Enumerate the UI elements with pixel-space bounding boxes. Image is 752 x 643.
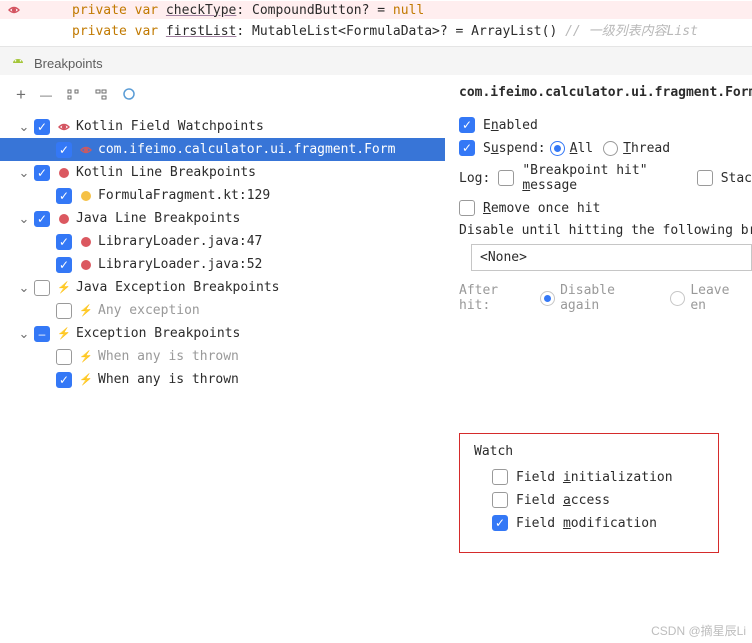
node-java-line-breakpoints[interactable]: ⌄ ✓ Java Line Breakpoints bbox=[0, 207, 445, 230]
breakpoint-tree[interactable]: ⌄ ✓ Kotlin Field Watchpoints ✓ com.ifeim… bbox=[0, 115, 445, 391]
checkbox[interactable]: ✓ bbox=[56, 234, 72, 250]
checkbox[interactable]: ✓ bbox=[34, 119, 50, 135]
node-line-item[interactable]: ✓ FormulaFragment.kt:129 bbox=[0, 184, 445, 207]
enabled-row[interactable]: ✓ Enabled bbox=[459, 117, 752, 133]
checkbox[interactable]: ✓ bbox=[56, 188, 72, 204]
log-msg-checkbox[interactable] bbox=[498, 170, 514, 186]
code-editor: private var checkType: CompoundButton? =… bbox=[0, 0, 752, 47]
code-line-2: private var firstList: MutableList<Formu… bbox=[0, 19, 752, 40]
field-mod-checkbox[interactable]: ✓ bbox=[492, 515, 508, 531]
radio-thread[interactable] bbox=[603, 141, 618, 156]
remove-button[interactable]: — bbox=[40, 88, 52, 102]
watch-title: Watch bbox=[474, 444, 704, 459]
log-stack-checkbox[interactable] bbox=[697, 170, 713, 186]
breakpoint-yellow-icon bbox=[78, 188, 94, 204]
remove-row[interactable]: Remove once hit bbox=[459, 200, 752, 216]
checkbox[interactable] bbox=[34, 280, 50, 296]
node-java-item-1[interactable]: ✓ LibraryLoader.java:47 bbox=[0, 230, 445, 253]
remove-label: Remove once hit bbox=[483, 201, 600, 216]
panel-title: Breakpoints bbox=[34, 56, 103, 71]
disable-until-label: Disable until hitting the following brea… bbox=[459, 223, 752, 238]
field-init-checkbox[interactable] bbox=[492, 469, 508, 485]
node-java-exception[interactable]: ⌄ ⚡ Java Exception Breakpoints bbox=[0, 276, 445, 299]
lightning-icon: ⚡ bbox=[78, 349, 94, 365]
chevron-down-icon[interactable]: ⌄ bbox=[18, 165, 30, 181]
all-label: All bbox=[570, 141, 593, 156]
breakpoint-toolbar: + — bbox=[0, 75, 445, 115]
field-mod-label: Field modification bbox=[516, 516, 657, 531]
lightning-icon: ⚡ bbox=[56, 280, 72, 296]
field-access-checkbox[interactable] bbox=[492, 492, 508, 508]
checkbox[interactable]: ✓ bbox=[34, 211, 50, 227]
checkbox[interactable]: ✓ bbox=[56, 142, 72, 158]
field-access-row[interactable]: Field access bbox=[492, 492, 704, 508]
log-row: Log: "Breakpoint hit" message Stac bbox=[459, 163, 752, 193]
code-text: private var checkType: CompoundButton? =… bbox=[72, 3, 424, 18]
node-kotlin-field-watchpoints[interactable]: ⌄ ✓ Kotlin Field Watchpoints bbox=[0, 115, 445, 138]
radio-leave[interactable] bbox=[670, 291, 685, 306]
node-java-item-2[interactable]: ✓ LibraryLoader.java:52 bbox=[0, 253, 445, 276]
android-icon bbox=[10, 55, 26, 71]
toggle-circle-icon[interactable] bbox=[122, 87, 136, 104]
after-hit-row: After hit: Disable again Leave en bbox=[459, 283, 752, 313]
log-stack-label: Stac bbox=[721, 171, 752, 186]
field-init-row[interactable]: Field initialization bbox=[492, 469, 704, 485]
checkbox[interactable]: ✓ bbox=[34, 165, 50, 181]
radio-disable-again[interactable] bbox=[540, 291, 555, 306]
chevron-down-icon[interactable]: ⌄ bbox=[18, 211, 30, 227]
after-hit-label: After hit: bbox=[459, 283, 536, 313]
watchpoint-icon bbox=[78, 142, 94, 158]
node-exception-breakpoints[interactable]: ⌄ – ⚡ Exception Breakpoints bbox=[0, 322, 445, 345]
checkbox[interactable] bbox=[56, 349, 72, 365]
lightning-icon: ⚡ bbox=[56, 326, 72, 342]
lightning-icon: ⚡ bbox=[78, 303, 94, 319]
panel-header: Breakpoints bbox=[0, 47, 752, 75]
suspend-checkbox[interactable]: ✓ bbox=[459, 140, 475, 156]
checkbox[interactable]: ✓ bbox=[56, 372, 72, 388]
checkbox[interactable]: ✓ bbox=[56, 257, 72, 273]
node-when-any-1[interactable]: ⚡ When any is thrown bbox=[0, 345, 445, 368]
enabled-label: Enabled bbox=[483, 118, 538, 133]
remove-checkbox[interactable] bbox=[459, 200, 475, 216]
breakpoint-path: com.ifeimo.calculator.ui.fragment.Formul… bbox=[459, 79, 752, 110]
suspend-row[interactable]: ✓ Suspend: All Thread bbox=[459, 140, 752, 156]
leave-label: Leave en bbox=[690, 283, 752, 313]
node-when-any-2[interactable]: ✓ ⚡ When any is thrown bbox=[0, 368, 445, 391]
chevron-down-icon[interactable]: ⌄ bbox=[18, 119, 30, 135]
watermark: CSDN @摘星辰Li bbox=[651, 622, 746, 639]
add-button[interactable]: + bbox=[16, 85, 26, 105]
disable-again-label: Disable again bbox=[560, 283, 660, 313]
group-by-icon[interactable] bbox=[66, 87, 80, 104]
right-pane: com.ifeimo.calculator.ui.fragment.Formul… bbox=[445, 75, 752, 630]
group-by-icon-2[interactable] bbox=[94, 87, 108, 104]
code-text: private var firstList: MutableList<Formu… bbox=[72, 20, 698, 39]
breakpoint-icon bbox=[78, 257, 94, 273]
checkbox[interactable] bbox=[56, 303, 72, 319]
breakpoint-icon bbox=[56, 165, 72, 181]
field-mod-row[interactable]: ✓ Field modification bbox=[492, 515, 704, 531]
enabled-checkbox[interactable]: ✓ bbox=[459, 117, 475, 133]
radio-all[interactable] bbox=[550, 141, 565, 156]
code-line-1: private var checkType: CompoundButton? =… bbox=[0, 1, 752, 19]
log-msg-label: "Breakpoint hit" message bbox=[522, 163, 686, 193]
node-any-exception[interactable]: ⚡ Any exception bbox=[0, 299, 445, 322]
thread-label: Thread bbox=[623, 141, 670, 156]
node-watchpoint-item[interactable]: ✓ com.ifeimo.calculator.ui.fragment.Form bbox=[0, 138, 445, 161]
watchpoint-gutter-icon[interactable] bbox=[6, 2, 22, 18]
suspend-label: Suspend: bbox=[483, 141, 546, 156]
disable-until-select[interactable]: <None> bbox=[471, 244, 752, 271]
field-access-label: Field access bbox=[516, 493, 610, 508]
checkbox-indeterminate[interactable]: – bbox=[34, 326, 50, 342]
left-pane: + — ⌄ ✓ Kotlin Field Watchpoints ✓ com.i… bbox=[0, 75, 445, 630]
breakpoint-icon bbox=[78, 234, 94, 250]
log-label: Log: bbox=[459, 171, 490, 186]
node-kotlin-line-breakpoints[interactable]: ⌄ ✓ Kotlin Line Breakpoints bbox=[0, 161, 445, 184]
chevron-down-icon[interactable]: ⌄ bbox=[18, 280, 30, 296]
watchpoint-icon bbox=[56, 119, 72, 135]
field-init-label: Field initialization bbox=[516, 470, 673, 485]
breakpoint-icon bbox=[56, 211, 72, 227]
watch-group: Watch Field initialization Field access … bbox=[459, 433, 719, 553]
lightning-icon: ⚡ bbox=[78, 372, 94, 388]
chevron-down-icon[interactable]: ⌄ bbox=[18, 326, 30, 342]
